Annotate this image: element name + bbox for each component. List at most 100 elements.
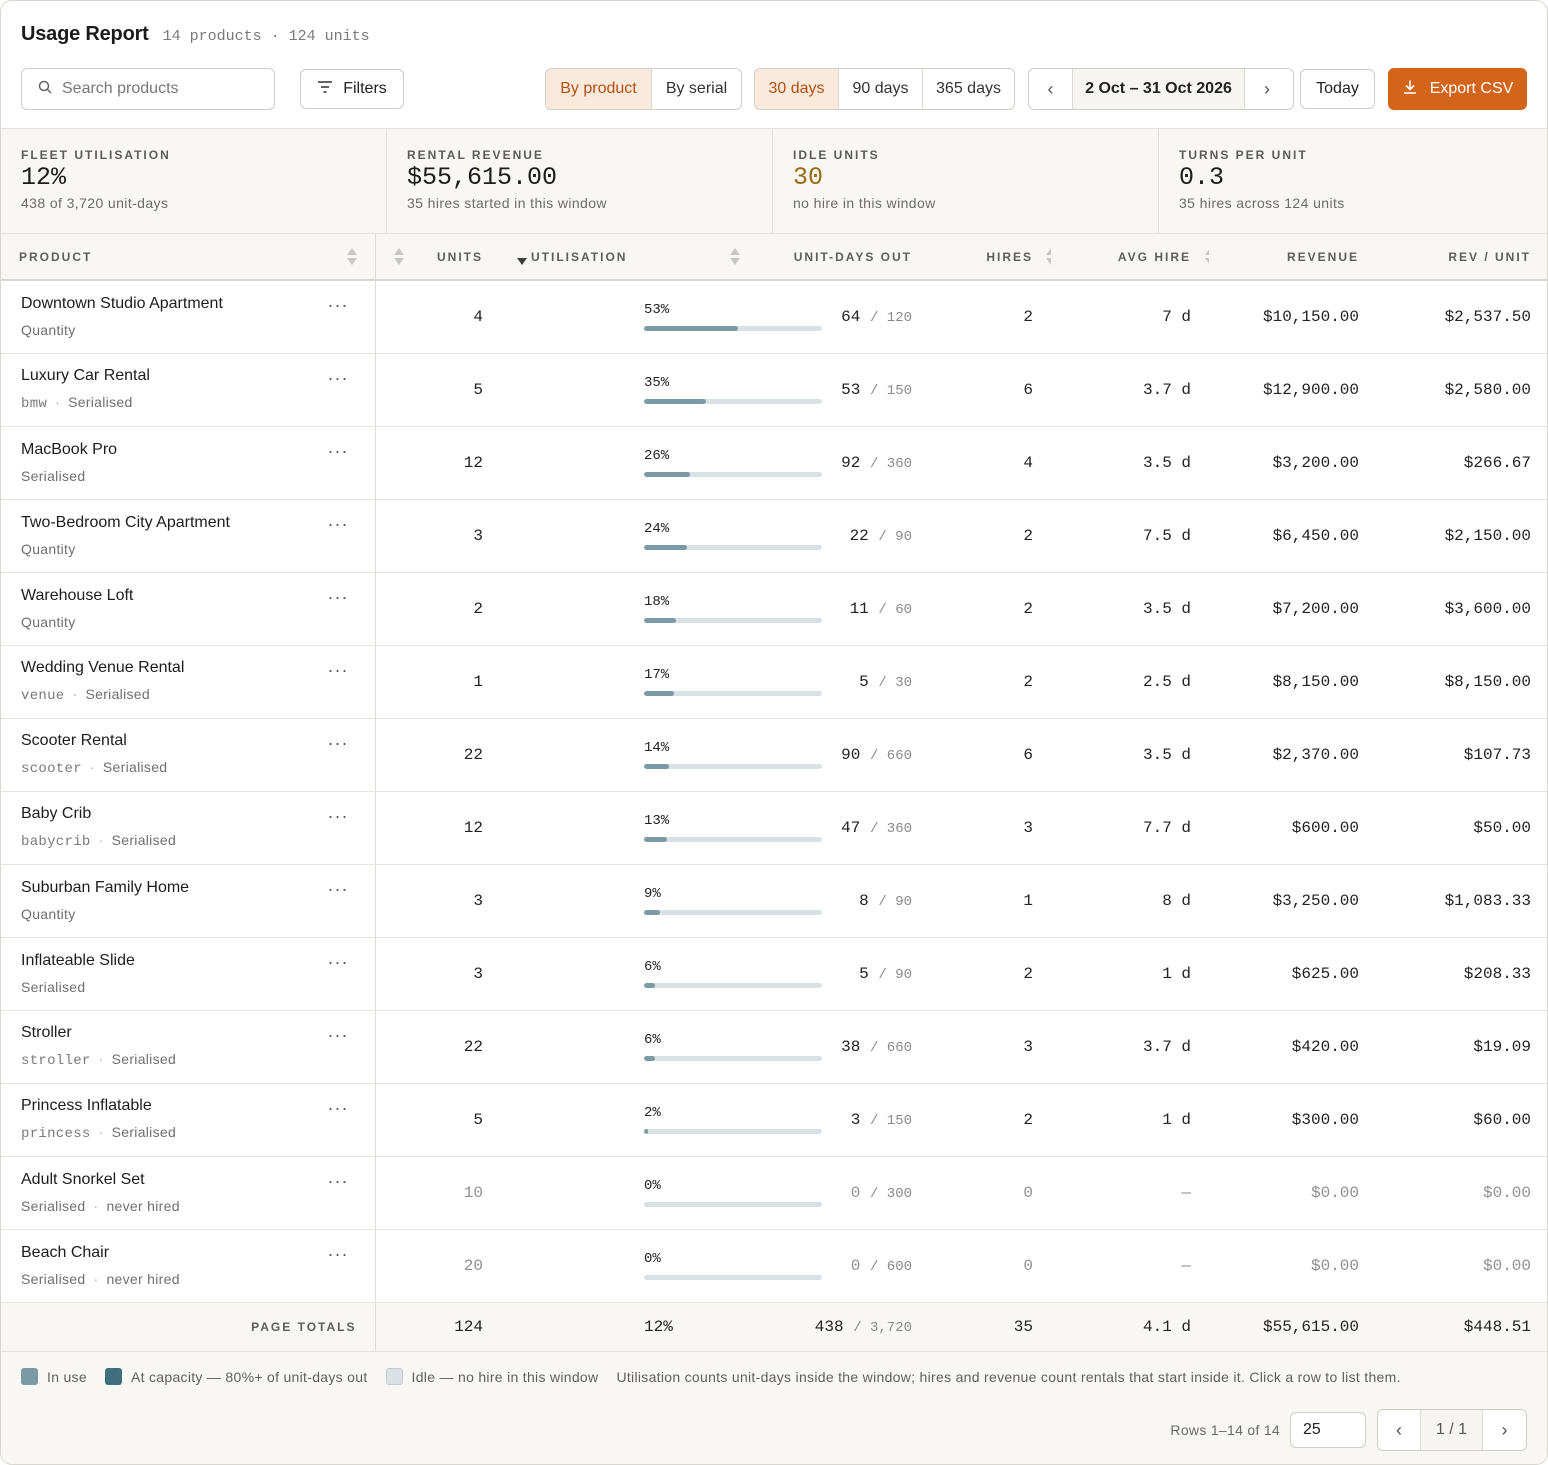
utilisation-bar-fill <box>644 472 691 477</box>
table-row[interactable]: Scooter Rental scooter · Serialised ··· 22 14%… <box>1 718 1547 792</box>
product-cell[interactable]: Princess Inflatable princess · Serialised ··… <box>1 1083 376 1157</box>
today-button[interactable]: Today <box>1300 69 1375 109</box>
product-cell[interactable]: Warehouse Loft Quantity ··· <box>1 572 376 646</box>
utilisation-bar <box>644 691 822 696</box>
table-row[interactable]: MacBook Pro Serialised ··· 12 26% 92 / 360 4 3.… <box>1 426 1547 500</box>
more-actions-icon[interactable]: ··· <box>328 733 349 754</box>
filters-button[interactable]: Filters <box>300 69 404 109</box>
col-units[interactable]: UNITS <box>375 234 501 281</box>
more-actions-icon[interactable]: ··· <box>328 1025 349 1046</box>
table-row[interactable]: Inflateable Slide Serialised ··· 3 6% 5 / 90 2… <box>1 937 1547 1011</box>
product-cell[interactable]: MacBook Pro Serialised ··· <box>1 426 376 500</box>
stat-value: 12% <box>21 163 67 192</box>
stat-sub: no hire in this window <box>793 195 936 211</box>
product-name: Princess Inflatable <box>21 1097 152 1114</box>
more-actions-icon[interactable]: ··· <box>328 441 349 462</box>
more-actions-icon[interactable]: ··· <box>328 1244 349 1265</box>
date-range-label[interactable]: 2 Oct – 31 Oct 2026 <box>1073 69 1245 109</box>
product-meta: bmw · Serialised <box>21 394 357 412</box>
search-box[interactable] <box>21 68 275 110</box>
table-row[interactable]: Downtown Studio Apartment Quantity ··· 4 53%… <box>1 280 1547 354</box>
unit-days-out: 0 <box>850 1256 861 1275</box>
product-meta-tag: never hired <box>106 1271 180 1287</box>
utilisation-cell: 13% <box>501 791 822 865</box>
search-input[interactable] <box>62 80 252 98</box>
product-cell[interactable]: Inflateable Slide Serialised ··· <box>1 937 376 1011</box>
avg-hire-cell: 7.5 d <box>1051 499 1209 573</box>
col-utilisation[interactable]: UTILISATION <box>501 234 748 281</box>
product-slug: bmw <box>21 396 48 412</box>
product-meta-tag: never hired <box>106 1198 180 1214</box>
product-meta-tag: Quantity <box>21 906 76 922</box>
stat-value: 0.3 <box>1179 163 1225 192</box>
utilisation-bar <box>644 1202 822 1207</box>
view-by-serial[interactable]: By serial <box>652 69 741 109</box>
range-30-days[interactable]: 30 days <box>755 69 839 109</box>
range-90-days[interactable]: 90 days <box>839 69 923 109</box>
table-row[interactable]: Princess Inflatable princess · Serialised ··… <box>1 1083 1547 1157</box>
col-hires[interactable]: HIRES <box>930 234 1056 281</box>
table-row[interactable]: Baby Crib babycrib · Serialised ··· 12 13% 47 /… <box>1 791 1547 865</box>
product-cell[interactable]: Suburban Family Home Quantity ··· <box>1 864 376 938</box>
product-name: Stroller <box>21 1024 72 1041</box>
usage-report-card: Usage Report 14 products · 124 units Fil… <box>0 0 1548 1465</box>
table-row[interactable]: Beach Chair Serialised · never hired ··· 20 0%… <box>1 1229 1547 1303</box>
utilisation-bar <box>644 983 822 988</box>
product-cell[interactable]: Scooter Rental scooter · Serialised ··· <box>1 718 376 792</box>
hires-cell: 2 <box>930 645 1051 719</box>
table-row[interactable]: Stroller stroller · Serialised ··· 22 6% 38 / 6… <box>1 1010 1547 1084</box>
product-cell[interactable]: Luxury Car Rental bmw · Serialised ··· <box>1 353 376 427</box>
avg-hire-cell: 7.7 d <box>1051 791 1209 865</box>
more-actions-icon[interactable]: ··· <box>328 660 349 681</box>
table-row[interactable]: Adult Snorkel Set Serialised · never hired ·… <box>1 1156 1547 1230</box>
product-cell[interactable]: Wedding Venue Rental venue · Serialised ··· <box>1 645 376 719</box>
view-by-product[interactable]: By product <box>546 69 652 109</box>
more-actions-icon[interactable]: ··· <box>328 295 349 316</box>
sort-icon <box>730 248 740 266</box>
range-365-days[interactable]: 365 days <box>923 69 1014 109</box>
more-actions-icon[interactable]: ··· <box>328 952 349 973</box>
product-cell[interactable]: Stroller stroller · Serialised ··· <box>1 1010 376 1084</box>
product-cell[interactable]: Baby Crib babycrib · Serialised ··· <box>1 791 376 865</box>
table-row[interactable]: Two-Bedroom City Apartment Quantity ··· 3 24… <box>1 499 1547 573</box>
product-meta-tag: Serialised <box>21 979 86 995</box>
more-actions-icon[interactable]: ··· <box>328 514 349 535</box>
next-page-button[interactable]: › <box>1483 1410 1526 1450</box>
product-cell[interactable]: Two-Bedroom City Apartment Quantity ··· <box>1 499 376 573</box>
table-row[interactable]: Wedding Venue Rental venue · Serialised ··· 1… <box>1 645 1547 719</box>
totals-utilisation: 12% <box>644 1317 673 1336</box>
utilisation-bar <box>644 837 822 842</box>
unit-days-total: / 120 <box>869 309 912 326</box>
more-actions-icon[interactable]: ··· <box>328 1098 349 1119</box>
more-actions-icon[interactable]: ··· <box>328 587 349 608</box>
product-cell[interactable]: Adult Snorkel Set Serialised · never hired ·… <box>1 1156 376 1230</box>
page-subtitle: 14 products · 124 units <box>162 28 370 45</box>
avg-hire-cell: 3.5 d <box>1051 718 1209 792</box>
table-row[interactable]: Warehouse Loft Quantity ··· 2 18% 11 / 60 2 3.5… <box>1 572 1547 646</box>
table-row[interactable]: Suburban Family Home Quantity ··· 3 9% 8 / 90… <box>1 864 1547 938</box>
hires-cell: 6 <box>930 718 1051 792</box>
product-meta: Quantity <box>21 906 357 922</box>
col-product[interactable]: PRODUCT <box>1 234 376 281</box>
more-actions-icon[interactable]: ··· <box>328 1171 349 1192</box>
more-actions-icon[interactable]: ··· <box>328 806 349 827</box>
prev-page-button[interactable]: ‹ <box>1378 1410 1421 1450</box>
col-unit-days-out[interactable]: UNIT-DAYS OUT <box>748 234 942 281</box>
page-title: Usage Report <box>21 23 149 45</box>
hires-cell: 6 <box>930 353 1051 427</box>
more-actions-icon[interactable]: ··· <box>328 368 349 389</box>
table-row[interactable]: Luxury Car Rental bmw · Serialised ··· 5 35% 53… <box>1 353 1547 427</box>
product-cell[interactable]: Downtown Studio Apartment Quantity ··· <box>1 280 376 354</box>
export-csv-button[interactable]: Export CSV <box>1388 68 1527 110</box>
col-rev-per-unit[interactable]: REV / UNIT <box>1377 234 1547 281</box>
more-actions-icon[interactable]: ··· <box>328 879 349 900</box>
page-size-input[interactable] <box>1290 1412 1366 1448</box>
prev-period-button[interactable]: ‹ <box>1029 69 1073 109</box>
product-name: Wedding Venue Rental <box>21 659 185 676</box>
col-revenue[interactable]: REVENUE <box>1209 234 1391 281</box>
product-cell[interactable]: Beach Chair Serialised · never hired ··· <box>1 1229 376 1303</box>
utilisation-bar <box>644 399 822 404</box>
utilisation-percent: 17% <box>644 667 670 683</box>
next-period-button[interactable]: › <box>1245 69 1289 109</box>
col-avg-hire[interactable]: AVG HIRE <box>1051 234 1215 281</box>
